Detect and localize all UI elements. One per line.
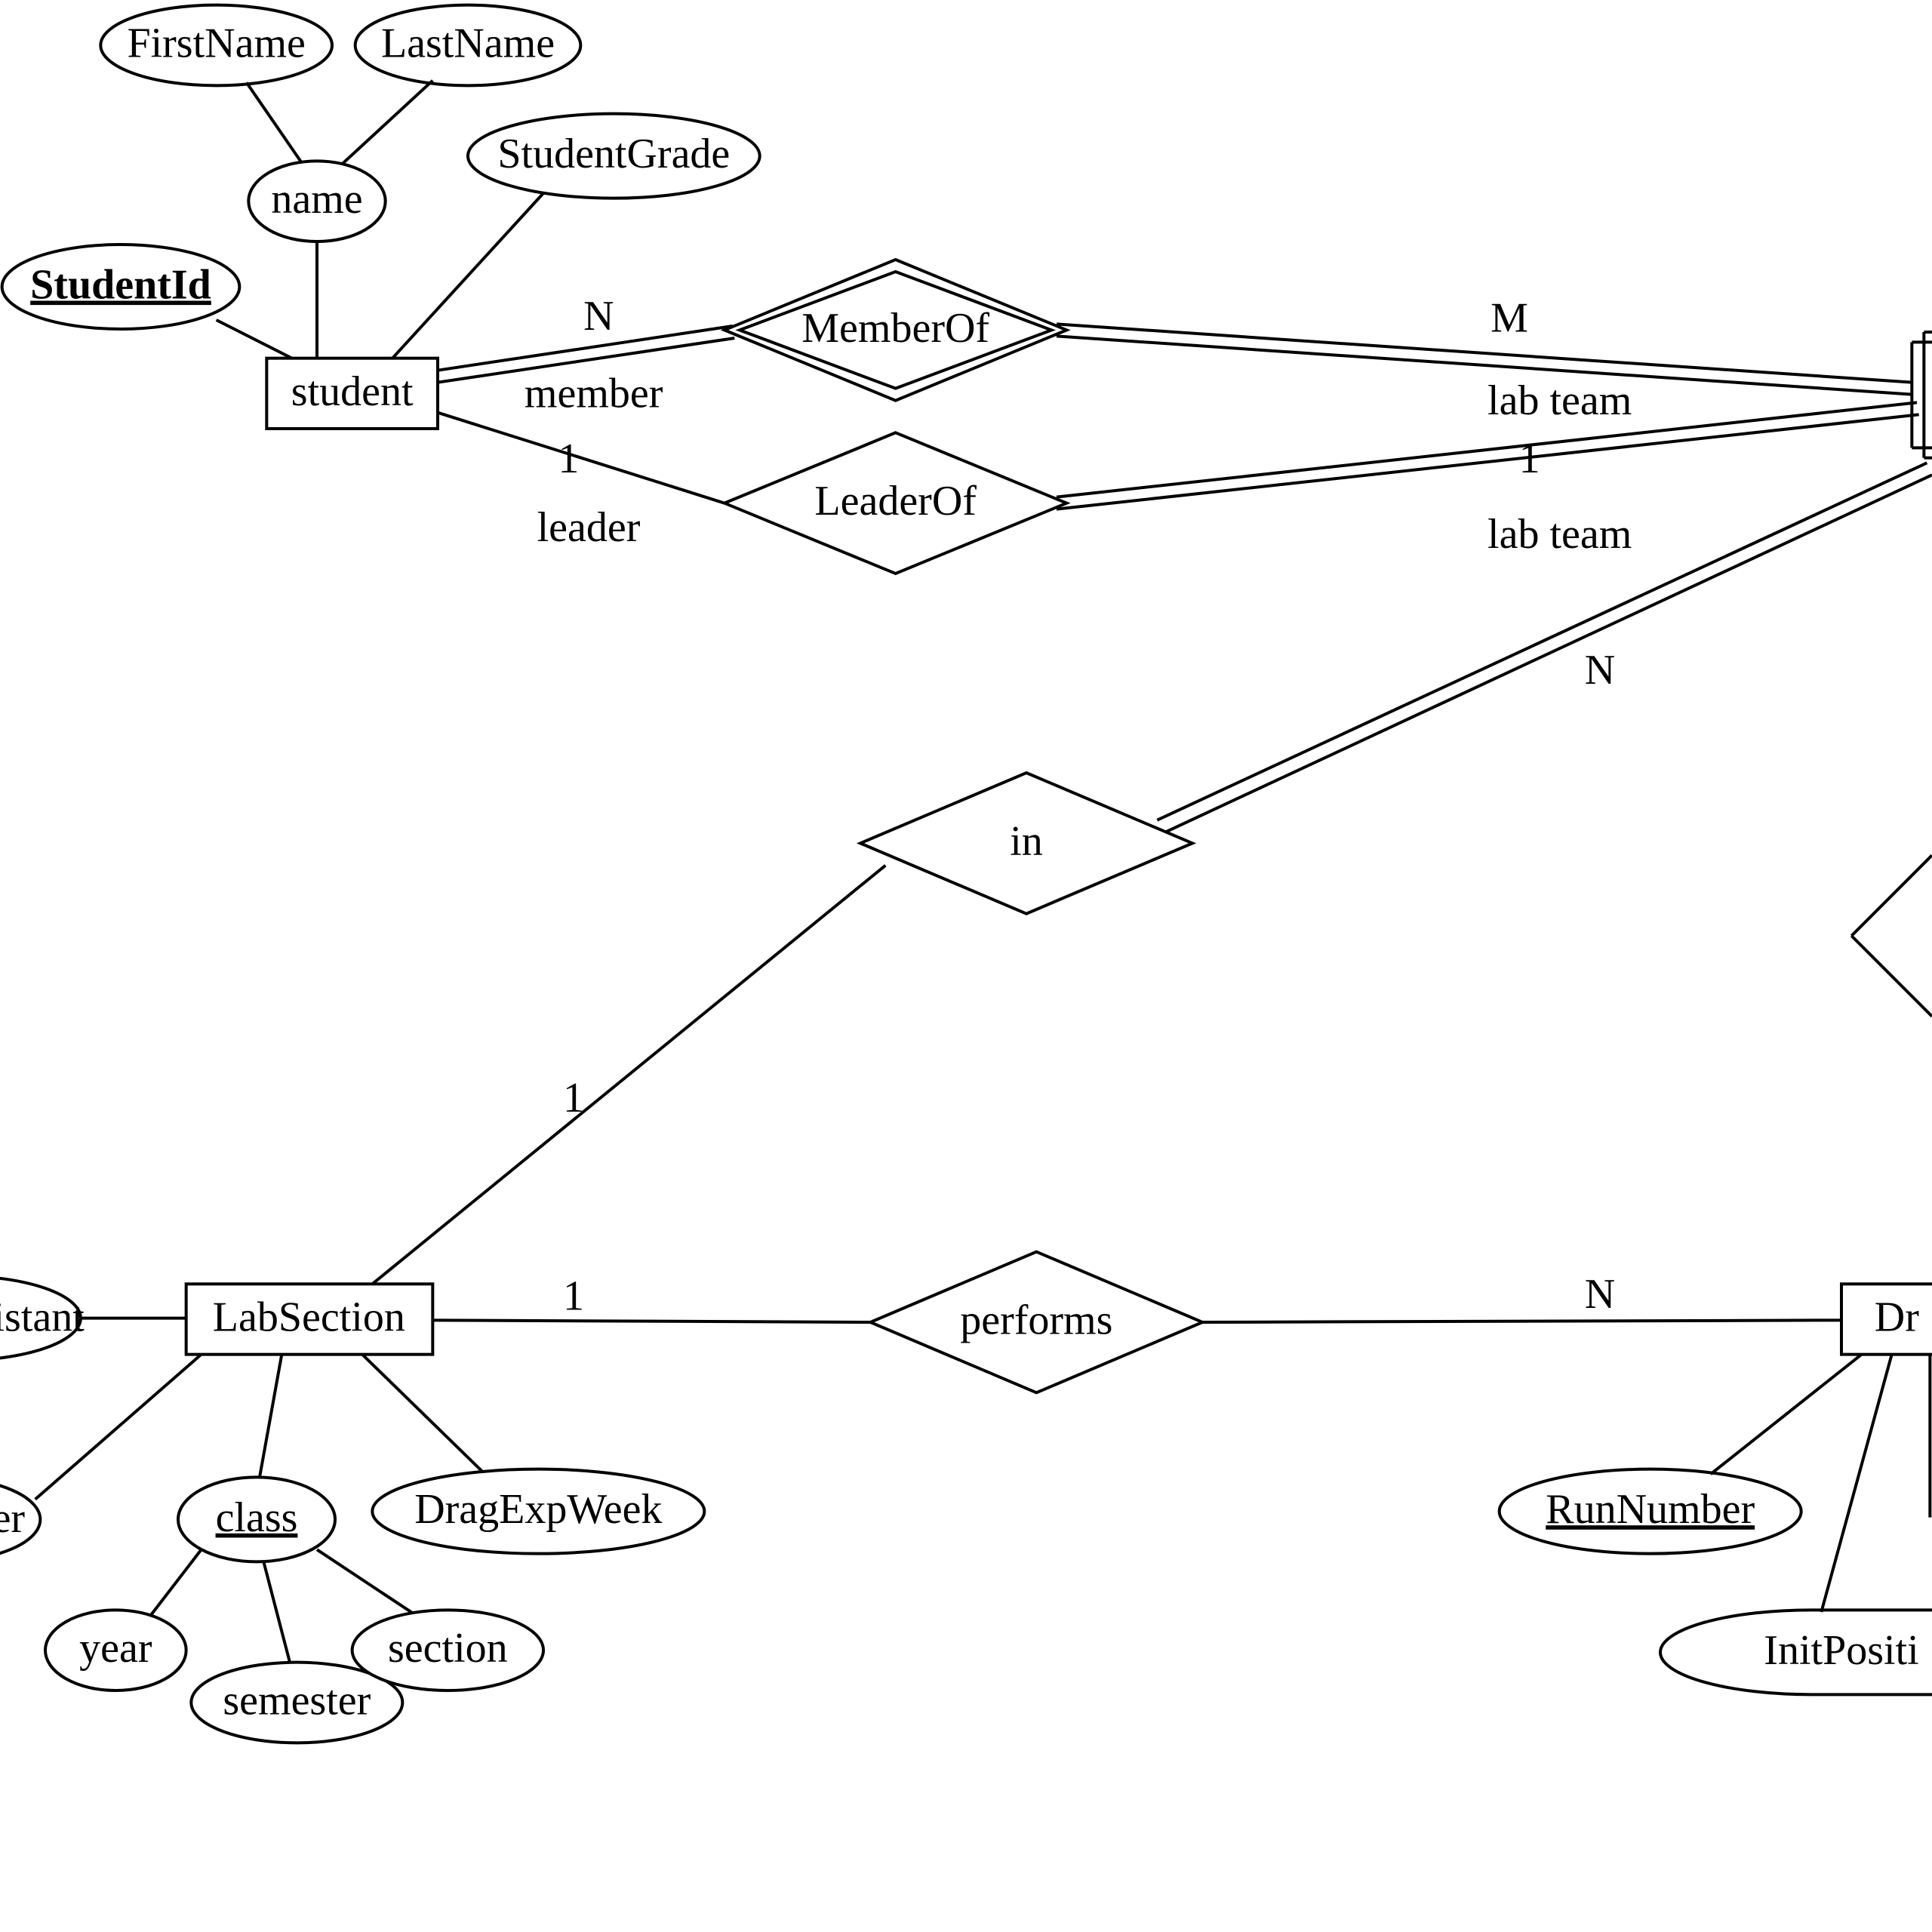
label-in-1: 1 [563, 1075, 584, 1121]
attribute-assistant-label: ssistant [0, 1294, 85, 1341]
attribute-class: class [178, 1477, 335, 1561]
attribute-ber-label: ber [0, 1495, 25, 1542]
attribute-lastname-label: LastName [381, 20, 555, 67]
attribute-runnumber: RunNumber [1500, 1469, 1801, 1554]
attribute-dragexpweek-label: DragExpWeek [414, 1486, 662, 1533]
edge-memberof-labteam [1057, 324, 1912, 394]
attribute-initposition-label: InitPositi [1764, 1627, 1918, 1674]
edge-labsection-performs [432, 1320, 870, 1322]
label-memberof-m: M [1491, 295, 1528, 342]
edge-semester-class [263, 1561, 290, 1662]
edge-initposition-dr [1821, 1355, 1891, 1612]
entity-labsection: LabSection [186, 1284, 433, 1354]
attribute-section-label: section [388, 1625, 508, 1672]
attribute-studentgrade: StudentGrade [468, 114, 760, 198]
relationship-performs: performs [870, 1252, 1202, 1393]
attribute-assistant: ssistant [0, 1276, 85, 1361]
edge-performs-dr [1202, 1320, 1841, 1322]
er-diagram: FirstName LastName name StudentGrade Stu… [0, 0, 1932, 1932]
label-leaderof-1-left: 1 [558, 435, 579, 482]
attribute-firstname: FirstName [100, 5, 332, 86]
entity-labsection-label: LabSection [213, 1294, 405, 1341]
attribute-name: name [248, 161, 385, 242]
relationship-fragment-right [1851, 855, 1932, 1016]
label-in-n: N [1585, 647, 1615, 694]
relationship-memberof: MemberOf [724, 260, 1066, 401]
attribute-initposition: InitPositi [1660, 1610, 1932, 1694]
label-labteam-leaderof: lab team [1487, 511, 1632, 558]
edge-student-leaderof [438, 413, 724, 503]
attribute-section: section [352, 1610, 543, 1690]
edge-class-labsection [260, 1355, 281, 1478]
entity-labteam-fragment [1912, 332, 1932, 458]
label-performs-n: N [1585, 1271, 1615, 1318]
entity-student: student [266, 358, 438, 429]
relationship-in-label: in [1010, 818, 1043, 865]
label-member-role: member [525, 371, 663, 417]
label-leader-role: leader [537, 504, 641, 551]
entity-student-label: student [291, 368, 414, 415]
attribute-studentid: StudentId [2, 245, 240, 329]
attribute-lastname: LastName [355, 5, 581, 86]
attribute-name-label: name [271, 176, 362, 223]
edge-section-class [317, 1549, 413, 1613]
label-performs-1: 1 [563, 1273, 584, 1320]
attribute-runnumber-label: RunNumber [1546, 1486, 1755, 1533]
label-memberof-n: N [583, 293, 614, 340]
attribute-ber: ber [0, 1477, 40, 1561]
edge-in-labsection [372, 866, 885, 1284]
edge-year-class [151, 1549, 202, 1615]
relationship-leaderof: LeaderOf [724, 432, 1066, 574]
relationship-in: in [860, 773, 1192, 914]
label-labteam-memberof: lab team [1487, 377, 1632, 424]
attribute-studentid-label: StudentId [30, 262, 211, 309]
edge-dragexpweek-labsection [362, 1355, 483, 1472]
attribute-dragexpweek: DragExpWeek [372, 1469, 704, 1554]
entity-dr: Dr [1841, 1284, 1932, 1354]
relationship-leaderof-label: LeaderOf [814, 478, 977, 525]
relationship-memberof-label: MemberOf [801, 305, 989, 352]
attribute-year: year [45, 1610, 186, 1690]
attribute-firstname-label: FirstName [127, 20, 305, 67]
edge-runnumber-dr [1711, 1355, 1862, 1475]
attribute-class-label: class [216, 1494, 298, 1541]
attribute-semester-label: semester [223, 1678, 371, 1724]
entity-dr-label: Dr [1875, 1294, 1919, 1341]
edge-ber-labsection [35, 1355, 202, 1500]
relationship-performs-label: performs [960, 1297, 1112, 1344]
label-leaderof-1-right: 1 [1519, 435, 1540, 482]
attribute-studentgrade-label: StudentGrade [497, 131, 730, 177]
attribute-year-label: year [79, 1625, 152, 1672]
